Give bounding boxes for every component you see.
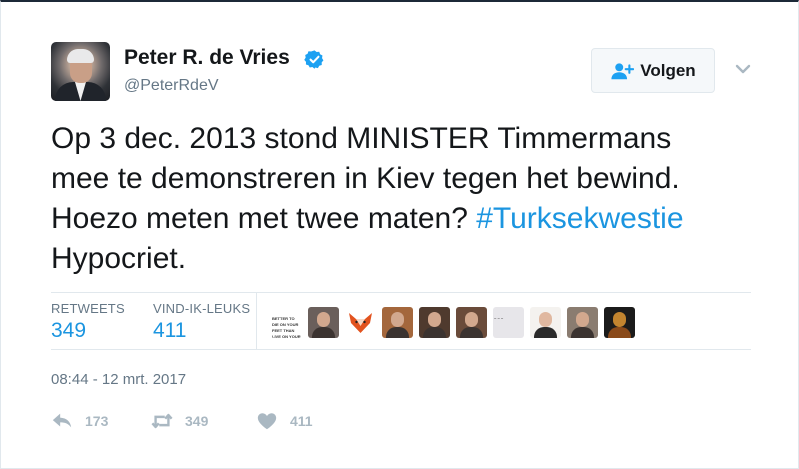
hashtag-link[interactable]: #Turksekwestie [476, 202, 683, 235]
liker-avatar-text: ~ ~ ~ [494, 316, 504, 321]
liker-avatar[interactable] [345, 307, 376, 338]
tweet-timestamp[interactable]: 08:44 - 12 mrt. 2017 [51, 371, 186, 388]
reply-count: 173 [85, 413, 109, 429]
liker-avatar[interactable] [419, 307, 450, 338]
liker-avatar[interactable] [308, 307, 339, 338]
liker-avatar-portrait [317, 312, 330, 327]
fox-icon [349, 313, 372, 333]
heart-icon [257, 413, 277, 430]
follow-button-label: Volgen [640, 60, 696, 80]
user-handle[interactable]: @PeterRdeV [124, 77, 219, 95]
tweet-stats: RETWEETS 349 VIND-IK-LEUKS 411 BETTER TO… [51, 292, 751, 350]
follow-button[interactable]: Volgen [591, 48, 715, 93]
liker-avatar-portrait [428, 312, 441, 327]
divider [256, 293, 257, 350]
retweets-stat[interactable]: RETWEETS 349 [51, 301, 125, 343]
liker-avatar-portrait [312, 327, 335, 338]
liker-avatar-portrait [391, 312, 404, 327]
retweet-icon [151, 413, 173, 429]
tweet-line: Op 3 dec. 2013 stond MINISTER Timmermans [51, 122, 672, 155]
like-button[interactable]: 411 [256, 410, 313, 432]
tweet-line: Hypocriet. [51, 242, 187, 275]
retweet-button[interactable]: 349 [151, 410, 208, 432]
liker-avatar-portrait [539, 312, 552, 327]
liker-avatar-portrait [386, 327, 409, 338]
tweet-line-text: Hoezo meten met twee maten? [51, 202, 477, 235]
tweet-text: Op 3 dec. 2013 stond MINISTER Timmermans… [51, 119, 771, 279]
user-name[interactable]: Peter R. de Vries [124, 46, 290, 70]
liker-avatar-portrait [465, 312, 478, 327]
likes-label: VIND-IK-LEUKS [153, 301, 251, 316]
reply-icon [52, 413, 72, 428]
likes-stat[interactable]: VIND-IK-LEUKS 411 [153, 301, 250, 343]
liker-avatar-portrait [423, 327, 446, 338]
chevron-down-icon[interactable] [734, 62, 752, 76]
tweet-line: mee te demonstreren in Kiev tegen het be… [51, 162, 680, 195]
liker-avatar-portrait [534, 327, 557, 338]
tweet-card: Peter R. de Vries @PeterRdeV Volgen Op 3… [0, 0, 799, 469]
liker-avatar-portrait [613, 312, 626, 327]
liker-avatar[interactable] [456, 307, 487, 338]
liker-avatar-portrait [571, 327, 594, 338]
reply-button[interactable]: 173 [51, 410, 108, 432]
liker-avatar-text: BETTER TO DIE ON YOUR FEET THAN LIVE ON … [272, 316, 301, 338]
retweets-count: 349 [51, 319, 87, 342]
liker-avatar[interactable] [382, 307, 413, 338]
follow-user-icon [611, 62, 635, 79]
avatar[interactable] [51, 42, 110, 101]
liker-avatar-portrait [576, 312, 589, 327]
liker-avatars: BETTER TO DIE ON YOUR FEET THAN LIVE ON … [271, 307, 635, 338]
likes-count: 411 [153, 319, 187, 342]
like-count: 411 [290, 413, 313, 429]
retweet-count: 349 [185, 413, 209, 429]
tweet-line: Hoezo meten met twee maten? #Turksekwest… [51, 199, 771, 239]
liker-avatar-portrait [608, 327, 631, 338]
verified-badge-icon [304, 50, 324, 69]
retweets-label: RETWEETS [51, 301, 125, 316]
liker-avatar[interactable] [567, 307, 598, 338]
liker-avatar[interactable]: BETTER TO DIE ON YOUR FEET THAN LIVE ON … [271, 307, 302, 338]
liker-avatar[interactable] [604, 307, 635, 338]
liker-avatar[interactable] [530, 307, 561, 338]
liker-avatar-portrait [460, 327, 483, 338]
liker-avatar[interactable]: ~ ~ ~ [493, 307, 524, 338]
